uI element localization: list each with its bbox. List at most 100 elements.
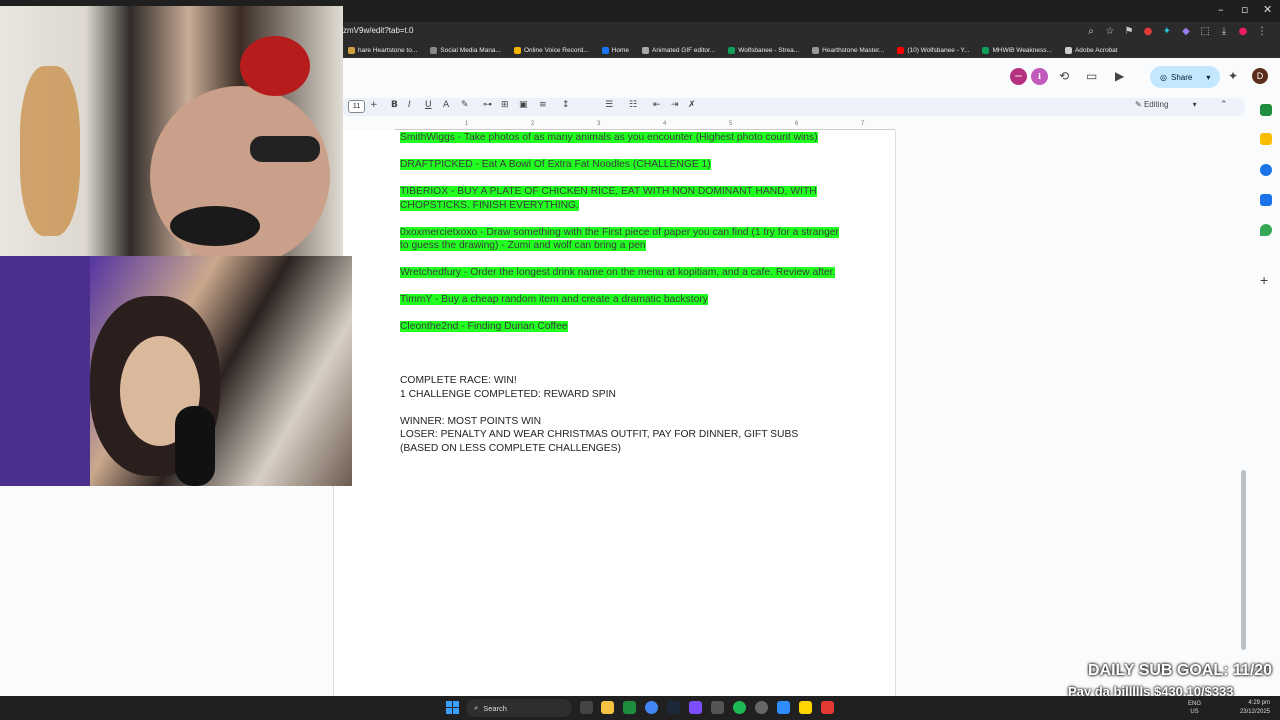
share-button[interactable]: ◎ Share ▾ (1150, 66, 1220, 88)
link-icon[interactable]: ⊶ (483, 100, 492, 110)
bookmark-label: Online Voice Record... (523, 46, 589, 54)
bookmark-label: MHWiB Weakness... (992, 46, 1052, 54)
line-spacing-icon[interactable]: ↕ (562, 100, 570, 110)
maps-icon[interactable] (1260, 224, 1272, 236)
document-body[interactable]: SmithWiggs - Take photos of as many anim… (400, 131, 840, 469)
app-icon[interactable] (689, 701, 702, 714)
extension-icon[interactable]: ● (1142, 25, 1154, 37)
add-comment-icon[interactable]: ⊞ (501, 100, 509, 110)
sheets-app-icon[interactable] (623, 701, 636, 714)
clock-time: 4:29 pm (1248, 700, 1270, 706)
bookmark-item[interactable]: Home (601, 46, 629, 54)
bookmark-favicon-icon (642, 46, 649, 54)
app-icon[interactable] (711, 701, 724, 714)
highlight-icon[interactable]: ✎ (461, 100, 469, 110)
ruler-number: 1 (465, 121, 469, 127)
webcam-feed-1 (0, 6, 343, 256)
file-explorer-icon[interactable] (601, 701, 614, 714)
system-clock[interactable]: 4:29 pm 23/12/2025 (1240, 699, 1270, 717)
bookmark-favicon-icon (348, 46, 355, 54)
gemini-icon[interactable]: ✦ (1228, 69, 1238, 83)
spotify-icon[interactable] (733, 701, 746, 714)
bookmark-item[interactable]: Animated GIF editor... (642, 46, 715, 54)
windows-start-icon[interactable] (446, 701, 459, 714)
rule-line: (BASED ON LESS COMPLETE CHALLENGES) (400, 442, 621, 454)
minimize-icon[interactable]: – (1218, 3, 1224, 16)
extension-icon[interactable]: ◆ (1180, 25, 1192, 37)
ruler-number: 3 (597, 121, 601, 127)
bookmark-item[interactable]: (10) Wolfsbanee - Y... (897, 46, 969, 54)
download-icon[interactable]: ⤓ (1218, 25, 1230, 37)
taskbar-search[interactable]: ⌕ Search (466, 699, 572, 717)
bookmark-favicon-icon (897, 46, 905, 54)
chrome-icon[interactable] (645, 701, 658, 714)
bookmark-label: Adobe Acrobat (1074, 46, 1118, 54)
bookmark-item[interactable]: MHWiB Weakness... (982, 46, 1052, 54)
bookmark-favicon-icon (430, 46, 438, 54)
bookmark-favicon-icon (812, 46, 820, 54)
extension-icon[interactable]: ⚑ (1123, 25, 1135, 37)
zoom-icon[interactable]: ⌕ (1085, 25, 1097, 37)
challenge-text: 0xoxmercietxoxo - Draw something with th… (400, 226, 839, 251)
editing-mode-select[interactable]: ✎ Editing ▾ (1135, 100, 1197, 109)
close-icon[interactable]: ✕ (1263, 3, 1272, 16)
language-indicator[interactable]: ENG US (1188, 700, 1201, 716)
collapse-menu-icon[interactable]: ⌃ (1220, 100, 1228, 110)
menu-icon[interactable]: ⋮ (1256, 25, 1268, 37)
clear-formatting-icon[interactable]: ✗ (688, 100, 696, 110)
underline-icon[interactable]: U (425, 100, 432, 110)
taskbar: ⌕ Search ENG US 4:29 pm 23/12/2025 (0, 696, 1280, 720)
bookmark-item[interactable]: Online Voice Record... (513, 46, 589, 54)
numbered-list-icon[interactable]: ☷ (629, 100, 637, 110)
rule-line: WINNER: MOST POINTS WIN (400, 415, 542, 427)
keep-icon[interactable] (1260, 133, 1272, 145)
sticky-notes-icon[interactable] (799, 701, 812, 714)
contacts-icon[interactable] (1260, 194, 1272, 206)
bulleted-list-icon[interactable]: ☰ (605, 100, 613, 110)
ruler-number: 2 (531, 121, 535, 127)
comment-icon[interactable]: ▭ (1086, 69, 1097, 83)
maximize-icon[interactable]: ▫ (1241, 3, 1248, 16)
bookmark-item[interactable]: Social Media Mana... (430, 46, 501, 54)
bookmark-item[interactable]: Adobe Acrobat (1064, 46, 1118, 54)
meet-icon[interactable]: ▶ (1115, 69, 1124, 83)
add-addon-icon[interactable]: + (1260, 272, 1268, 288)
bold-icon[interactable]: B (391, 100, 398, 110)
align-icon[interactable]: ≡ (539, 100, 547, 110)
decrease-indent-icon[interactable]: ⇤ (653, 100, 661, 110)
bookmark-item[interactable]: Hearthstone Master... (812, 46, 885, 54)
steam-icon[interactable] (667, 701, 680, 714)
italic-icon[interactable]: I (408, 100, 411, 110)
user-avatar[interactable]: D (1250, 66, 1270, 86)
chevron-down-icon: ▾ (1192, 100, 1197, 109)
scrollbar[interactable] (1241, 470, 1246, 650)
obs-icon[interactable] (755, 701, 768, 714)
bookmark-label: Social Media Mana... (440, 46, 501, 54)
insert-image-icon[interactable]: ▣ (519, 100, 528, 110)
bookmark-label: Hearthstone Master... (822, 46, 885, 54)
increase-indent-icon[interactable]: ⇥ (671, 100, 679, 110)
puzzle-icon[interactable]: ⬚ (1199, 25, 1211, 37)
zoom-app-icon[interactable] (777, 701, 790, 714)
sheets-icon[interactable] (1260, 104, 1272, 116)
share-label: Share (1170, 72, 1193, 82)
collaborator-avatar[interactable]: ℹ (1031, 68, 1048, 85)
collaborator-avatar[interactable]: ꟷ (1010, 68, 1027, 85)
tasks-icon[interactable] (1260, 164, 1272, 176)
acrobat-icon[interactable] (821, 701, 834, 714)
challenge-text: Wretchedfury - Order the longest drink n… (400, 267, 836, 278)
task-view-icon[interactable] (580, 701, 593, 714)
star-icon[interactable]: ☆ (1104, 25, 1116, 37)
increase-font-icon[interactable]: + (370, 100, 378, 110)
bookmark-item[interactable]: hare Heartstone to... (348, 46, 417, 54)
text-color-icon[interactable]: A (443, 100, 449, 110)
url-text[interactable]: zmV9w/edit?tab=t.0 (343, 26, 413, 35)
profile-icon[interactable]: ● (1237, 25, 1249, 37)
ruler-number: 5 (729, 121, 733, 127)
history-icon[interactable]: ⟲ (1059, 69, 1069, 83)
bookmark-favicon-icon (1064, 46, 1072, 54)
editing-label: Editing (1143, 100, 1169, 109)
bookmark-item[interactable]: Wolfsbanee - Strea... (728, 46, 799, 54)
extension-icon[interactable]: ✦ (1161, 25, 1173, 37)
font-size-field[interactable]: 11 (348, 100, 365, 113)
